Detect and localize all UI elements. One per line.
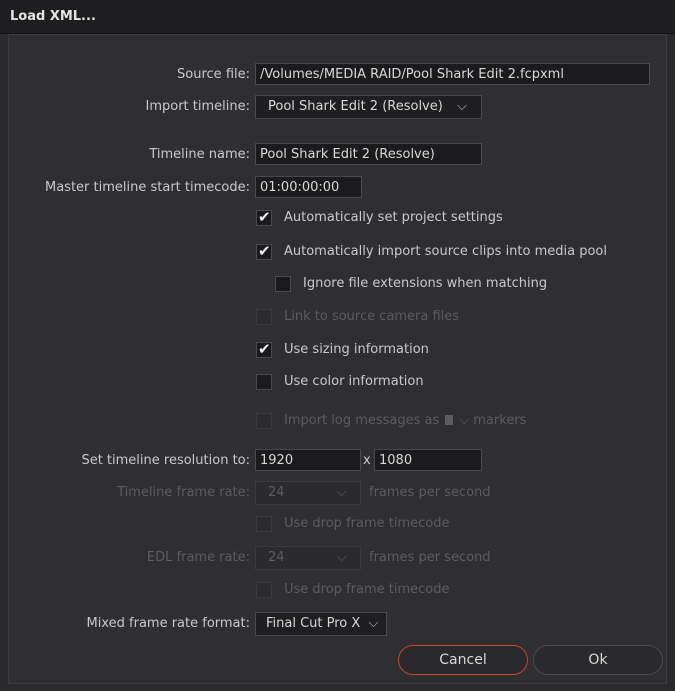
source-file-label: Source file:	[177, 67, 250, 82]
master-start-tc-label: Master timeline start timecode:	[44, 180, 250, 195]
mixed-frame-rate-value: Final Cut Pro X	[266, 616, 361, 631]
timeline-frame-rate-row: Timeline frame rate: 24 ⌵ frames per sec…	[0, 481, 675, 505]
checkmark-icon: ✔	[258, 242, 271, 260]
auto-project-settings-row: ✔ Automatically set project settings	[0, 208, 675, 234]
timeline-frame-rate-unit: frames per second	[369, 485, 491, 500]
timeline-name-label: Timeline name:	[149, 147, 250, 162]
resolution-width-field[interactable]: 1920	[255, 449, 361, 471]
ignore-extensions-checkbox[interactable]	[275, 276, 291, 292]
chevron-down-icon: ⌵	[336, 550, 347, 565]
mixed-frame-rate-row: Mixed frame rate format: Final Cut Pro X…	[0, 612, 675, 636]
resolution-separator: x	[363, 453, 371, 468]
auto-import-clips-checkbox[interactable]: ✔	[256, 242, 272, 260]
drop-frame-tc-1-row: Use drop frame timecode	[0, 516, 675, 540]
drop-frame-tc-2-label: Use drop frame timecode	[284, 582, 450, 597]
use-color-label: Use color information	[284, 374, 424, 389]
edl-frame-rate-row: EDL frame rate: 24 ⌵ frames per second	[0, 546, 675, 570]
import-timeline-label: Import timeline:	[145, 99, 251, 114]
auto-project-settings-label: Automatically set project settings	[284, 210, 503, 225]
import-log-messages-label: Import log messages as ⌵ markers	[284, 413, 526, 428]
edl-frame-rate-unit: frames per second	[369, 550, 491, 565]
drop-frame-tc-1-checkbox[interactable]	[256, 516, 272, 532]
drop-frame-tc-2-row: Use drop frame timecode	[0, 582, 675, 606]
auto-project-settings-checkbox[interactable]: ✔	[256, 208, 272, 226]
source-file-field[interactable]: /Volumes/MEDIA RAID/Pool Shark Edit 2.fc…	[255, 63, 650, 85]
ignore-extensions-label: Ignore file extensions when matching	[303, 276, 548, 291]
link-camera-files-row: Link to source camera files	[0, 309, 675, 333]
use-sizing-row: ✔ Use sizing information	[0, 340, 675, 366]
edl-frame-rate-value: 24	[268, 550, 285, 565]
timeline-name-field[interactable]: Pool Shark Edit 2 (Resolve)	[255, 143, 482, 165]
dialog-titlebar: Load XML...	[0, 0, 675, 34]
mixed-frame-rate-dropdown[interactable]: Final Cut Pro X ⌵	[255, 612, 387, 636]
ignore-extensions-row: Ignore file extensions when matching	[0, 276, 675, 300]
timeline-frame-rate-value: 24	[268, 485, 285, 500]
marker-color-icon	[445, 415, 454, 425]
chevron-down-icon: ⌵	[336, 485, 347, 500]
auto-import-clips-row: ✔ Automatically import source clips into…	[0, 242, 675, 268]
chevron-down-icon: ⌵	[368, 616, 379, 631]
checkmark-icon: ✔	[258, 340, 271, 358]
drop-frame-tc-2-checkbox[interactable]	[256, 582, 272, 598]
checkmark-icon: ✔	[258, 208, 271, 226]
link-camera-files-checkbox[interactable]	[256, 309, 272, 325]
source-file-row: Source file: /Volumes/MEDIA RAID/Pool Sh…	[0, 63, 675, 87]
use-sizing-checkbox[interactable]: ✔	[256, 340, 272, 358]
chevron-down-icon: ⌵	[456, 99, 467, 114]
use-color-checkbox[interactable]	[256, 374, 272, 390]
cancel-button[interactable]: Cancel	[398, 645, 528, 675]
import-timeline-row: Import timeline: Pool Shark Edit 2 (Reso…	[0, 95, 675, 119]
master-start-tc-row: Master timeline start timecode: 01:00:00…	[0, 176, 675, 200]
use-sizing-label: Use sizing information	[284, 342, 429, 357]
import-timeline-value: Pool Shark Edit 2 (Resolve)	[268, 99, 443, 114]
dialog-title: Load XML...	[10, 9, 96, 24]
resolution-row: Set timeline resolution to: 1920 x 1080	[0, 449, 675, 473]
resolution-label: Set timeline resolution to:	[81, 453, 250, 468]
timeline-name-row: Timeline name: Pool Shark Edit 2 (Resolv…	[0, 143, 675, 167]
import-timeline-dropdown[interactable]: Pool Shark Edit 2 (Resolve) ⌵	[255, 95, 482, 119]
timeline-frame-rate-dropdown[interactable]: 24 ⌵	[255, 481, 361, 505]
edl-frame-rate-label: EDL frame rate:	[146, 550, 250, 565]
edl-frame-rate-dropdown[interactable]: 24 ⌵	[255, 546, 361, 570]
import-log-messages-text: Import log messages as	[284, 413, 440, 428]
master-start-tc-field[interactable]: 01:00:00:00	[255, 176, 362, 198]
auto-import-clips-label: Automatically import source clips into m…	[284, 244, 608, 259]
ok-button[interactable]: Ok	[533, 645, 663, 675]
markers-text: markers	[473, 413, 527, 428]
import-log-messages-checkbox[interactable]	[256, 413, 272, 429]
drop-frame-tc-1-label: Use drop frame timecode	[284, 516, 450, 531]
resolution-height-field[interactable]: 1080	[374, 449, 482, 471]
import-log-messages-row: Import log messages as ⌵ markers	[0, 413, 675, 437]
timeline-frame-rate-label: Timeline frame rate:	[117, 485, 250, 500]
mixed-frame-rate-label: Mixed frame rate format:	[86, 616, 250, 631]
chevron-down-icon[interactable]: ⌵	[459, 413, 469, 428]
use-color-row: Use color information	[0, 374, 675, 398]
link-camera-files-label: Link to source camera files	[284, 309, 460, 324]
